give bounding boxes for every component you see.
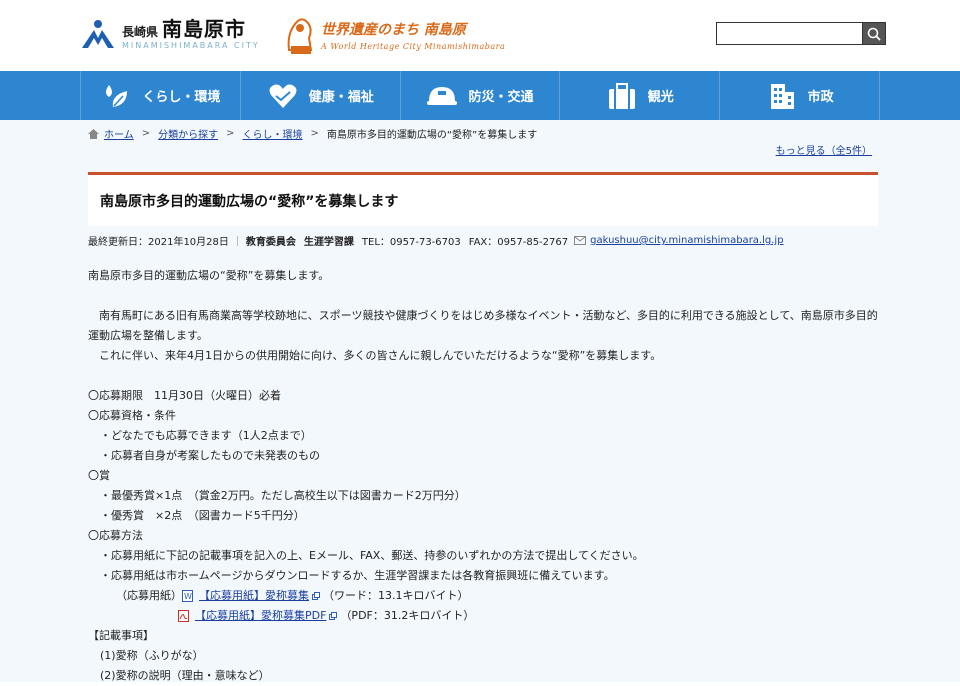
- global-nav: くらし・環境 健康・福祉 防災・交通 観光 市政: [0, 71, 960, 120]
- suitcase-icon: [606, 81, 638, 111]
- prefecture-name: 長崎県: [122, 24, 159, 39]
- list-item: ・応募用紙に下記の記載事項を記入の上、Eメール、FAX、郵送、持参のいずれかの方…: [100, 549, 644, 562]
- list-item: (1)愛称（ふりがな）: [100, 649, 204, 662]
- nav-label: 防災・交通: [468, 90, 534, 105]
- breadcrumb-category[interactable]: 分類から探す: [158, 126, 218, 141]
- site-header: 長崎県 南島原市 MINAMISHIMABARA CITY 世界遺産のまち 南島…: [0, 0, 960, 72]
- building-icon: [766, 81, 798, 111]
- breadcrumb-separator: >: [141, 128, 151, 139]
- mail-icon: [574, 236, 587, 245]
- phone: TEL：0957-73-6703: [361, 237, 461, 248]
- paragraph: 南有馬町にある旧有馬商業高等学校跡地に、スポーツ競技や健康づくりをはじめ多様なイ…: [88, 309, 878, 342]
- page-title-box: 南島原市多目的運動広場の“愛称”を募集します: [88, 172, 878, 226]
- nav-label: 観光: [647, 90, 674, 105]
- search-input[interactable]: [716, 22, 862, 45]
- breadcrumb: ホーム > 分類から探す > くらし・環境 > 南島原市多目的運動広場の“愛称”…: [88, 126, 537, 141]
- nav-label: 健康・福祉: [308, 90, 374, 105]
- nav-label: くらし・環境: [142, 90, 221, 105]
- file-row: 【応募用紙】愛称募集PDF （PDF：31.2キロバイト）: [88, 606, 878, 626]
- site-logo[interactable]: 長崎県 南島原市 MINAMISHIMABARA CITY: [80, 18, 260, 50]
- pdf-file-link[interactable]: 【応募用紙】愛称募集PDF: [195, 606, 326, 626]
- heritage-emblem-icon: [287, 18, 313, 54]
- form-label: （応募用紙）: [116, 589, 182, 602]
- section-heading: 【記載事項】: [88, 629, 154, 642]
- list-item: ・応募用紙は市ホームページからダウンロードするか、生涯学習課または各教育振興班に…: [100, 569, 615, 582]
- intro-text: 南島原市多目的運動広場の“愛称”を募集します。: [88, 269, 330, 282]
- breadcrumb-separator: >: [310, 128, 319, 139]
- nav-item-tourism[interactable]: 観光: [559, 71, 719, 120]
- list-item: ・応募者自身が考案したもので未発表のもの: [100, 449, 320, 462]
- heart-hands-icon: [267, 81, 299, 111]
- nav-label: 市政: [807, 90, 834, 105]
- file-row: （応募用紙） W 【応募用紙】愛称募集 （ワード：13.1キロバイト）: [88, 586, 878, 606]
- list-item: ・どなたでも応募できます（1人2点まで）: [100, 429, 312, 442]
- list-item: (2)愛称の説明（理由・意味など）: [100, 669, 270, 682]
- page-title: 南島原市多目的運動広場の“愛称”を募集します: [100, 194, 399, 210]
- breadcrumb-separator: >: [226, 128, 235, 139]
- word-file-link[interactable]: 【応募用紙】愛称募集: [199, 586, 309, 606]
- list-item: ・最優秀賞×1点 （賞金2万円。ただし高校生以下は図書カード2万円分）: [100, 489, 466, 502]
- more-link[interactable]: もっと見る（全5件）: [776, 142, 872, 157]
- leaf-drop-icon: [100, 81, 132, 111]
- breadcrumb-living[interactable]: くらし・環境: [242, 126, 302, 141]
- section-heading: 〇賞: [88, 469, 110, 482]
- nav-item-living[interactable]: くらし・環境: [80, 71, 240, 120]
- svg-text:W: W: [184, 592, 192, 601]
- city-name-roman: MINAMISHIMABARA CITY: [122, 40, 260, 50]
- city-name: 南島原市: [162, 16, 247, 41]
- file-info: （ワード：13.1キロバイト）: [323, 589, 469, 602]
- heritage-banner[interactable]: 世界遺産のまち 南島原 A World Heritage City Minami…: [285, 14, 505, 56]
- nav-item-cityhall[interactable]: 市政: [719, 71, 880, 120]
- external-link-icon: [329, 612, 338, 620]
- helmet-icon: [426, 81, 458, 111]
- paragraph: これに伴い、来年4月1日からの供用開始に向け、多くの皆さんに親しんでいただけるよ…: [88, 349, 662, 362]
- meta-divider: [236, 235, 238, 246]
- nav-item-safety[interactable]: 防災・交通: [399, 71, 560, 120]
- file-info: （PDF：31.2キロバイト）: [340, 609, 475, 622]
- home-icon: [88, 128, 99, 139]
- site-search: [716, 22, 886, 45]
- search-icon: [867, 27, 881, 41]
- breadcrumb-current: 南島原市多目的運動広場の“愛称”を募集します: [326, 130, 538, 141]
- word-file-icon: W: [182, 590, 193, 602]
- city-emblem-icon: [82, 20, 114, 48]
- department: 教育委員会: [245, 237, 296, 248]
- list-item: ・優秀賞 ×2点 （図書カード5千円分）: [100, 509, 305, 522]
- search-button[interactable]: [862, 22, 886, 45]
- page-meta: 最終更新日：2021年10月28日 教育委員会 生涯学習課 TEL：0957-7…: [88, 233, 784, 248]
- section: 生涯学習課: [303, 237, 354, 248]
- heritage-title: 世界遺産のまち 南島原: [321, 22, 466, 38]
- fax: FAX：0957-85-2767: [468, 237, 569, 248]
- deadline-text: 〇応募期限 11月30日（火曜日）必着: [88, 389, 281, 402]
- section-heading: 〇応募方法: [88, 529, 143, 542]
- heritage-subtitle: A World Heritage City Minamishimabara: [321, 42, 506, 51]
- pdf-file-icon: [178, 610, 189, 622]
- breadcrumb-home[interactable]: ホーム: [104, 126, 134, 141]
- article-body: 南島原市多目的運動広場の“愛称”を募集します。 南有馬町にある旧有馬商業高等学校…: [88, 266, 878, 686]
- nav-item-health[interactable]: 健康・福祉: [239, 71, 400, 120]
- main-content: ホーム > 分類から探す > くらし・環境 > 南島原市多目的運動広場の“愛称”…: [0, 120, 960, 682]
- email-link[interactable]: gakushuu@city.minamishimabara.lg.jp: [590, 235, 783, 246]
- external-link-icon: [312, 592, 320, 600]
- section-heading: 〇応募資格・条件: [88, 409, 176, 422]
- last-updated: 最終更新日：2021年10月28日: [88, 237, 229, 248]
